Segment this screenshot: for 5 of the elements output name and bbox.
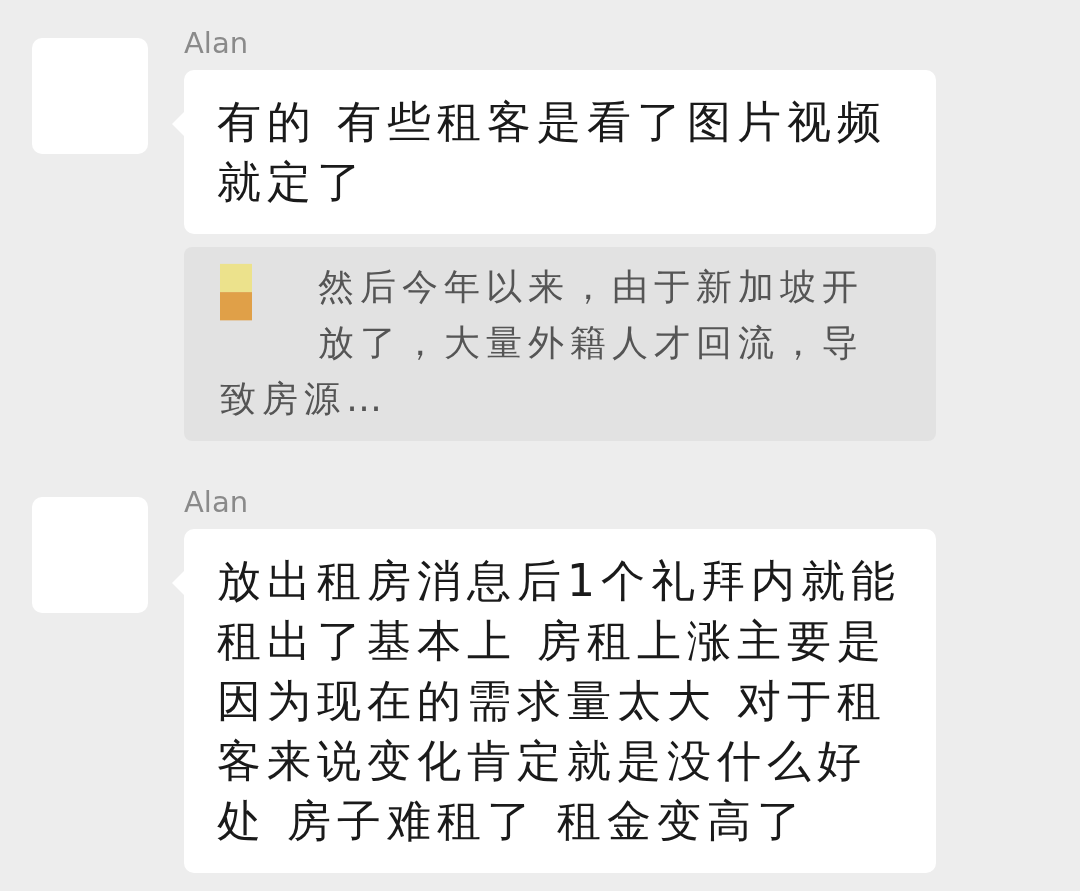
sender-name: Alan <box>184 26 249 60</box>
message-bubble: 放出租房消息后1个礼拜内就能租出了基本上 房租上涨主要是因为现在的需求量太大 对于租客来说变化肯定就是没什么好处 房子难租了 租金变高了 <box>184 529 936 873</box>
quoted-message: 然后今年以来，由于新加坡开放了，大量外籍人才回流，导致房源… <box>184 247 936 441</box>
sender-name: Alan <box>184 485 249 519</box>
message-bubble: 有的 有些租客是看了图片视频就定了 <box>184 70 936 234</box>
